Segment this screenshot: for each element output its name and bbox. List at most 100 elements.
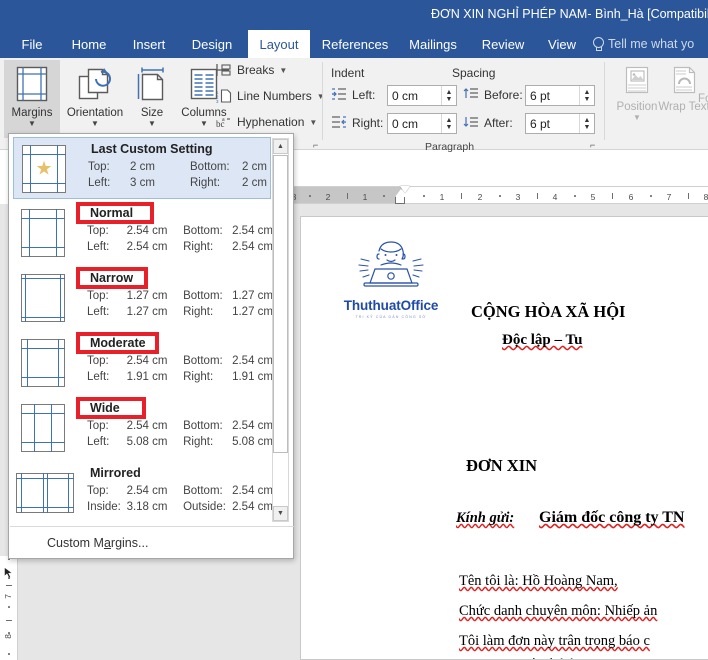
hyphenation-button[interactable]: bc a Hyphenation ▼ [216,115,317,129]
margins-preset-moderate[interactable]: Moderate Top: 2.54 cm Bottom: 2.54 cm Le… [13,332,273,394]
top-label: Top: [87,225,109,237]
tab-design[interactable]: Design [184,30,240,58]
paragraph-dialog-launcher[interactable]: ⌐ [590,141,599,150]
tell-me-label: Tell me what yo [608,37,695,51]
size-icon [136,66,168,105]
left-label: Left: [87,371,110,383]
indent-left-stepper[interactable]: ▲ ▼ [441,86,456,105]
right-label: Right: [190,177,221,189]
logo-name: ThuthuatOffice [343,298,439,313]
margins-preset-name: Narrow [90,271,134,285]
margins-preset-normal[interactable]: Normal Top: 2.54 cm Bottom: 2.54 cm Left… [13,202,273,264]
breaks-button[interactable]: Breaks ▼ [216,63,287,77]
margins-button[interactable]: Margins ▼ [4,60,60,138]
indent-left-label: Left: [352,88,376,102]
top-value: 1.27 cm [126,290,168,302]
line-numbers-label: Line Numbers [237,89,312,103]
tab-view[interactable]: View [540,30,584,58]
custom-margins-prefix: Custom M [47,536,104,550]
spacing-group-label: Spacing [452,66,496,80]
doc-recipient-label: Kính gửi: [456,510,515,526]
bottom-value: 2.54 cm [232,355,273,367]
bottom-label: Bottom: [183,225,223,237]
margins-dropdown-menu[interactable]: ★ Last Custom Setting Top: 2 cm Bottom: … [8,133,294,559]
doc-heading-2: Độc lập – Tu [502,332,583,348]
left-label: Left: [87,436,110,448]
hyphenation-icon: bc a [216,115,232,129]
ruler-tick: 7 [3,594,13,599]
tab-references[interactable]: References [316,30,394,58]
left-label: Left: [87,306,110,318]
horizontal-ruler[interactable]: 3 2 1 1 2 3 4 5 6 7 8 [291,186,708,204]
margins-preset-narrow[interactable]: Narrow Top: 1.27 cm Bottom: 1.27 cm Left… [13,267,273,329]
orientation-button[interactable]: Orientation ▼ [62,60,128,138]
left-indent-marker[interactable] [395,189,407,204]
indent-left-input[interactable]: 0 cm ▲ ▼ [387,85,457,106]
bottom-label: Bottom: [183,485,223,497]
top-value: 2.54 cm [126,485,168,497]
margins-preset-values: Top: 2.54 cm Bottom: 2.54 cm Inside: 3.1… [87,483,273,515]
left-label: Left: [87,241,110,253]
chevron-down-icon: ▼ [633,113,641,122]
bring-forward-button[interactable]: Fo [698,93,708,105]
chevron-down-icon: ▼ [91,119,99,128]
right-value: 2 cm [242,177,267,189]
custom-margins-item[interactable]: Custom Ma rgins... [10,527,294,559]
indent-right-input[interactable]: 0 cm ▲ ▼ [387,113,457,134]
tab-review[interactable]: Review [476,30,530,58]
margins-preset-mirrored[interactable]: Mirrored Top: 2.54 cm Bottom: 2.54 cm In… [13,462,273,524]
margins-preset-values: Top: 2.54 cm Bottom: 2.54 cm Left: 1.91 … [87,353,273,385]
margins-preset-last-custom[interactable]: ★ Last Custom Setting Top: 2 cm Bottom: … [13,137,271,199]
tell-me-box[interactable]: Tell me what yo [592,30,694,58]
wrap-text-icon [670,66,698,101]
margins-preset-name: Moderate [90,336,146,350]
left-label: Left: [88,177,111,189]
position-button[interactable]: Position ▼ [612,66,662,122]
indent-left-row: Left: [331,88,375,102]
spacing-before-stepper[interactable]: ▲ ▼ [579,86,594,105]
tab-file[interactable]: File [12,30,52,58]
bottom-value: 2.54 cm [232,420,273,432]
indent-group-label: Indent [331,66,365,80]
inside-label: Inside: [87,501,121,513]
orientation-icon [77,66,113,105]
doc-recipient-value: Giám đốc công ty TN [539,509,685,526]
spacing-before-icon [463,88,479,102]
spacing-after-input[interactable]: 6 pt ▲ ▼ [525,113,595,134]
indent-right-stepper[interactable]: ▲ ▼ [441,114,456,133]
size-button[interactable]: Size ▼ [130,60,174,138]
spacing-before-input[interactable]: 6 pt ▲ ▼ [525,85,595,106]
line-numbers-button[interactable]: 1 2 3 Line Numbers ▼ [216,89,325,104]
tab-home[interactable]: Home [62,30,116,58]
title-bar: ĐƠN XIN NGHỈ PHÉP NAM- Bình_Hà [Compatib… [0,0,708,30]
top-label: Top: [87,420,109,432]
page-setup-dialog-launcher[interactable]: ⌐ [313,141,322,150]
chevron-down-icon: ▼ [309,117,318,127]
ruler-tick: 1 [439,192,445,202]
tab-insert[interactable]: Insert [124,30,174,58]
tab-layout[interactable]: Layout [248,30,310,58]
document-page[interactable]: ThuthuatOffice TRI KỶ CỦA DÂN CÔNG SỞ CỘ… [300,216,708,660]
indent-right-label: Right: [352,116,384,130]
ribbon-tab-strip: File Home Insert Design Layout Reference… [0,30,708,58]
scrollbar-thumb[interactable] [273,155,288,453]
top-value: 2.54 cm [126,225,168,237]
top-label: Top: [87,355,109,367]
paragraph-group-label: Paragraph [425,141,475,153]
top-value: 2.54 cm [126,355,168,367]
custom-margins-accel: a [103,536,111,550]
tab-mailings[interactable]: Mailings [400,30,466,58]
scroll-up-arrow-icon[interactable]: ▲ [273,139,288,154]
margins-thumbnail-moderate [21,339,65,387]
scroll-down-arrow-icon[interactable]: ▼ [273,506,288,521]
wrap-text-button[interactable]: Wrap Text [658,66,708,113]
margins-preset-name: Mirrored [90,466,141,480]
right-label: Right: [183,306,214,318]
indent-right-row: Right: [331,116,383,130]
spacing-after-stepper[interactable]: ▲ ▼ [579,114,594,133]
chevron-down-icon: ▼ [316,91,325,101]
vertical-ruler[interactable]: 7 8 [0,556,18,660]
group-divider-2 [604,62,605,140]
dropdown-scrollbar[interactable]: ▲ ▼ [272,138,289,522]
margins-preset-wide[interactable]: Wide Top: 2.54 cm Bottom: 2.54 cm Left: … [13,397,273,459]
